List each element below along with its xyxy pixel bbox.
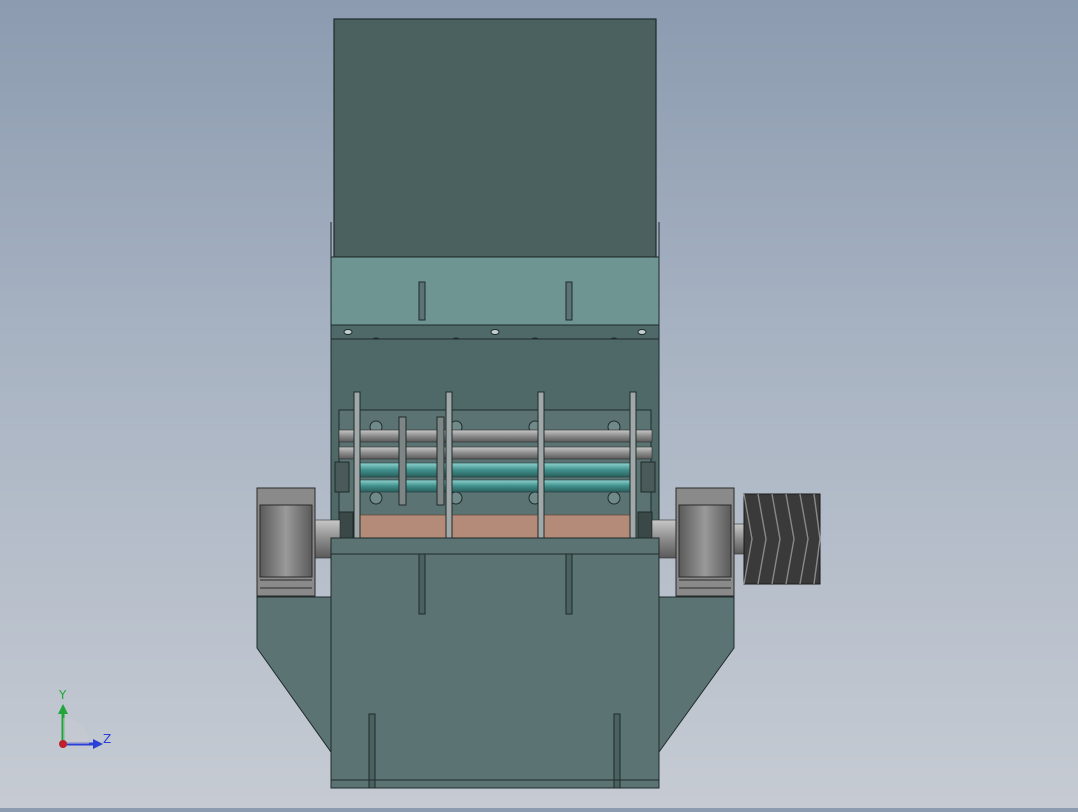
bearing-left: [256, 487, 316, 597]
bearing-right: [675, 487, 735, 597]
triad-z-label: Z: [103, 732, 112, 746]
triad-y-label: Y: [59, 688, 67, 702]
crushing-chamber: [330, 338, 660, 540]
pulley: [743, 493, 821, 585]
coordinate-triad: [58, 704, 103, 749]
3d-viewport[interactable]: Y Z: [0, 0, 1078, 808]
hopper: [330, 18, 660, 258]
lower-base: [256, 537, 735, 789]
